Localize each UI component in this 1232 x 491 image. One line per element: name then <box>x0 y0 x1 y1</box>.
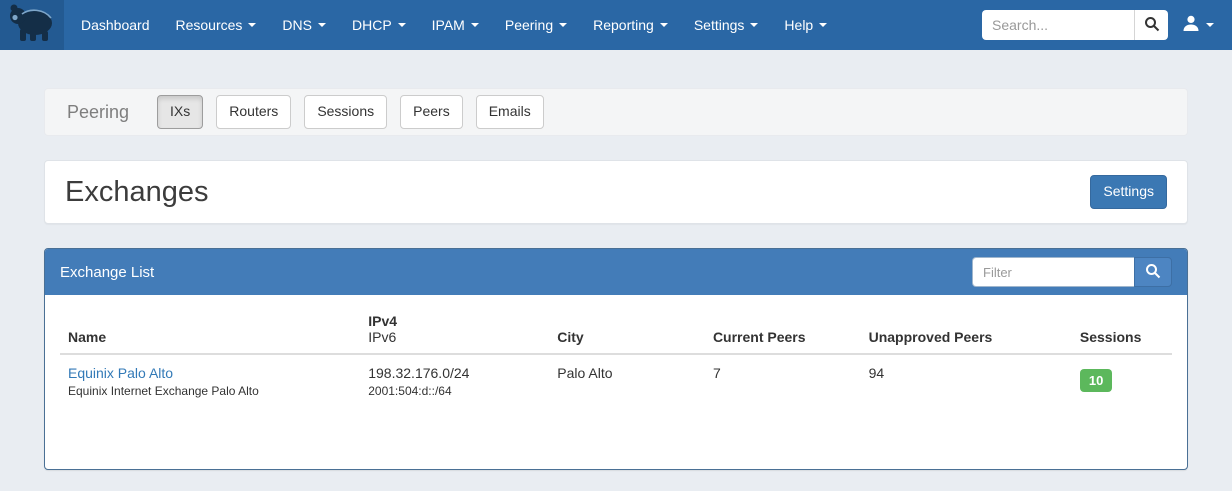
nav-item-dhcp[interactable]: DHCP <box>339 1 419 49</box>
column-header-ip: IPv4 IPv6 <box>360 305 549 354</box>
sessions-badge[interactable]: 10 <box>1080 369 1112 392</box>
filter-search-button[interactable] <box>1134 257 1172 287</box>
nav-item-label: DHCP <box>352 17 392 33</box>
nav-item-settings[interactable]: Settings <box>681 1 772 49</box>
caret-down-icon <box>660 23 668 27</box>
table-row: Equinix Palo Alto Equinix Internet Excha… <box>60 354 1172 406</box>
panda-logo-icon <box>8 2 56 49</box>
main-menu: Dashboard Resources DNS DHCP IPAM Peerin… <box>68 1 840 49</box>
tab-emails[interactable]: Emails <box>476 95 544 129</box>
column-header-name: Name <box>60 305 360 354</box>
column-header-ipv6: IPv6 <box>368 329 541 345</box>
app-root: { "navbar": { "items": [ { "label": "Das… <box>0 0 1232 491</box>
brand-logo[interactable] <box>0 0 64 50</box>
nav-item-peering[interactable]: Peering <box>492 1 580 49</box>
cell-ip: 198.32.176.0/24 2001:504:d::/64 <box>360 354 549 406</box>
caret-down-icon <box>318 23 326 27</box>
tab-ixs[interactable]: IXs <box>157 95 203 129</box>
cell-current-peers: 7 <box>705 354 861 406</box>
nav-item-label: Peering <box>505 17 553 33</box>
filter-group <box>972 257 1172 287</box>
search-icon <box>1145 263 1161 282</box>
ipv6-value: 2001:504:d::/64 <box>368 384 541 398</box>
caret-down-icon <box>750 23 758 27</box>
column-header-ipv4: IPv4 <box>368 313 541 329</box>
exchange-table: Name IPv4 IPv6 City Current Peers Unappr… <box>60 305 1172 406</box>
exchange-list-header: Exchange List <box>45 249 1187 295</box>
navbar: Dashboard Resources DNS DHCP IPAM Peerin… <box>0 0 1232 50</box>
tab-routers[interactable]: Routers <box>216 95 291 129</box>
caret-down-icon <box>471 23 479 27</box>
user-icon <box>1182 15 1200 36</box>
cell-city: Palo Alto <box>549 354 705 406</box>
navbar-right <box>982 10 1232 40</box>
nav-item-help[interactable]: Help <box>771 1 840 49</box>
table-header-row: Name IPv4 IPv6 City Current Peers Unappr… <box>60 305 1172 354</box>
exchange-full-name: Equinix Internet Exchange Palo Alto <box>68 384 352 398</box>
tab-peers[interactable]: Peers <box>400 95 463 129</box>
nav-item-label: Settings <box>694 17 745 33</box>
search-icon <box>1144 16 1160 35</box>
tab-sessions[interactable]: Sessions <box>304 95 387 129</box>
ipv4-value: 198.32.176.0/24 <box>368 365 541 381</box>
search-button[interactable] <box>1134 10 1168 40</box>
nav-item-label: Dashboard <box>81 17 150 33</box>
nav-item-dns[interactable]: DNS <box>269 1 339 49</box>
nav-item-resources[interactable]: Resources <box>163 1 270 49</box>
column-header-city: City <box>549 305 705 354</box>
global-search <box>982 10 1168 40</box>
page-header-panel: Exchanges Settings <box>44 160 1188 224</box>
column-header-unapproved-peers: Unapproved Peers <box>861 305 1072 354</box>
caret-down-icon <box>1206 23 1214 27</box>
nav-item-dashboard[interactable]: Dashboard <box>68 1 163 49</box>
exchange-name-link[interactable]: Equinix Palo Alto <box>68 365 173 381</box>
filter-input[interactable] <box>972 257 1134 287</box>
nav-item-ipam[interactable]: IPAM <box>419 1 492 49</box>
nav-item-reporting[interactable]: Reporting <box>580 1 681 49</box>
caret-down-icon <box>559 23 567 27</box>
caret-down-icon <box>398 23 406 27</box>
exchange-list-body: Name IPv4 IPv6 City Current Peers Unappr… <box>45 295 1187 416</box>
column-header-sessions: Sessions <box>1072 305 1172 354</box>
section-title: Peering <box>67 102 129 123</box>
cell-sessions: 10 <box>1072 354 1172 406</box>
caret-down-icon <box>248 23 256 27</box>
peering-toolbar: Peering IXs Routers Sessions Peers Email… <box>44 88 1188 136</box>
user-menu[interactable] <box>1168 15 1222 36</box>
nav-item-label: Help <box>784 17 813 33</box>
nav-item-label: DNS <box>282 17 312 33</box>
page-title: Exchanges <box>65 176 209 209</box>
caret-down-icon <box>819 23 827 27</box>
search-input[interactable] <box>982 10 1134 40</box>
nav-item-label: IPAM <box>432 17 465 33</box>
cell-name: Equinix Palo Alto Equinix Internet Excha… <box>60 354 360 406</box>
nav-item-label: Reporting <box>593 17 654 33</box>
column-header-current-peers: Current Peers <box>705 305 861 354</box>
cell-unapproved-peers: 94 <box>861 354 1072 406</box>
settings-button[interactable]: Settings <box>1090 175 1167 209</box>
exchange-list-title: Exchange List <box>60 264 154 281</box>
nav-item-label: Resources <box>176 17 243 33</box>
exchange-list-panel: Exchange List Name <box>44 248 1188 470</box>
